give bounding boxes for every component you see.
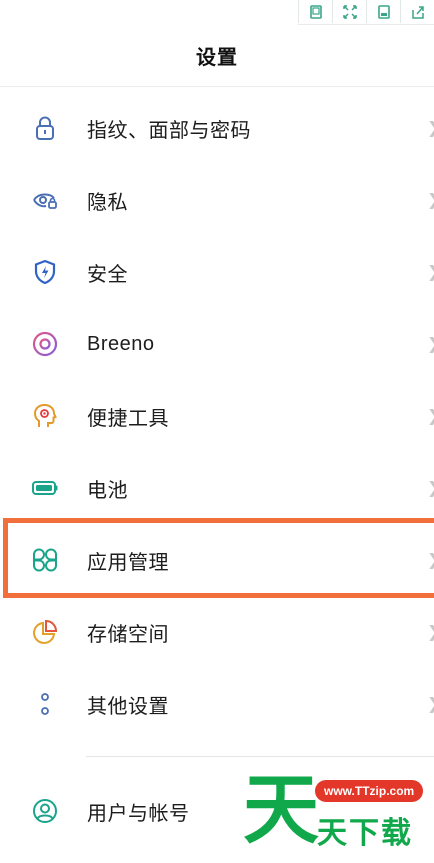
settings-item-label: 安全 (87, 263, 128, 286)
chevron-right-icon: ❯ (427, 334, 434, 354)
chevron-right-icon: ❯ (427, 190, 434, 210)
settings-item-privacy[interactable]: 隐私 ❯ (0, 164, 434, 236)
privacy-eye-icon (30, 185, 60, 215)
settings-item-breeno[interactable]: Breeno ❯ (0, 308, 434, 380)
settings-item-fingerprint-face-password[interactable]: 指纹、面部与密码 ❯ (0, 92, 434, 164)
settings-bottom-section: 用户与帐号 (0, 775, 434, 847)
settings-item-label: Breeno (87, 332, 155, 355)
settings-item-app-management[interactable]: 应用管理 ❯ (0, 524, 434, 596)
settings-item-users-accounts[interactable]: 用户与帐号 (0, 775, 434, 847)
fullscreen-icon[interactable] (332, 0, 366, 23)
settings-item-storage[interactable]: 存储空间 ❯ (0, 596, 434, 668)
settings-item-other-settings[interactable]: 其他设置 ❯ (0, 668, 434, 740)
chevron-right-icon: ❯ (427, 406, 434, 426)
settings-item-label: 指纹、面部与密码 (87, 119, 251, 142)
section-divider (86, 756, 434, 757)
chevron-right-icon: ❯ (427, 478, 434, 498)
settings-item-convenient-tools[interactable]: 便捷工具 ❯ (0, 380, 434, 452)
chevron-right-icon: ❯ (427, 550, 434, 570)
settings-item-label: 存储空间 (87, 623, 169, 646)
save-icon[interactable] (366, 0, 400, 23)
settings-item-label: 其他设置 (87, 695, 169, 718)
settings-item-label: 电池 (87, 479, 128, 502)
more-dots-icon (30, 689, 60, 719)
settings-item-battery[interactable]: 电池 ❯ (0, 452, 434, 524)
breeno-icon (30, 329, 60, 359)
chevron-right-icon: ❯ (427, 694, 434, 714)
lock-icon (30, 113, 60, 143)
phone-frame-icon[interactable] (298, 0, 332, 23)
settings-item-label: 应用管理 (87, 551, 169, 574)
battery-icon (30, 473, 60, 503)
settings-item-security[interactable]: 安全 ❯ (0, 236, 434, 308)
settings-list: 指纹、面部与密码 ❯ 隐私 ❯ 安全 ❯ Breeno ❯ 便捷工具 ❯ 电池 (0, 92, 434, 740)
settings-item-label: 用户与帐号 (87, 802, 190, 825)
chevron-right-icon: ❯ (427, 622, 434, 642)
page-toolbar (298, 0, 434, 25)
apps-grid-icon (30, 545, 60, 575)
settings-item-label: 便捷工具 (87, 407, 169, 430)
page-title: 设置 (196, 46, 238, 69)
share-icon[interactable] (400, 0, 434, 23)
shield-icon (30, 257, 60, 287)
settings-item-label: 隐私 (87, 191, 128, 214)
chevron-right-icon: ❯ (427, 118, 434, 138)
user-icon (30, 796, 60, 826)
chevron-right-icon: ❯ (427, 262, 434, 282)
settings-header: 设置 (0, 24, 434, 87)
pie-storage-icon (30, 617, 60, 647)
head-tool-icon (30, 401, 60, 431)
